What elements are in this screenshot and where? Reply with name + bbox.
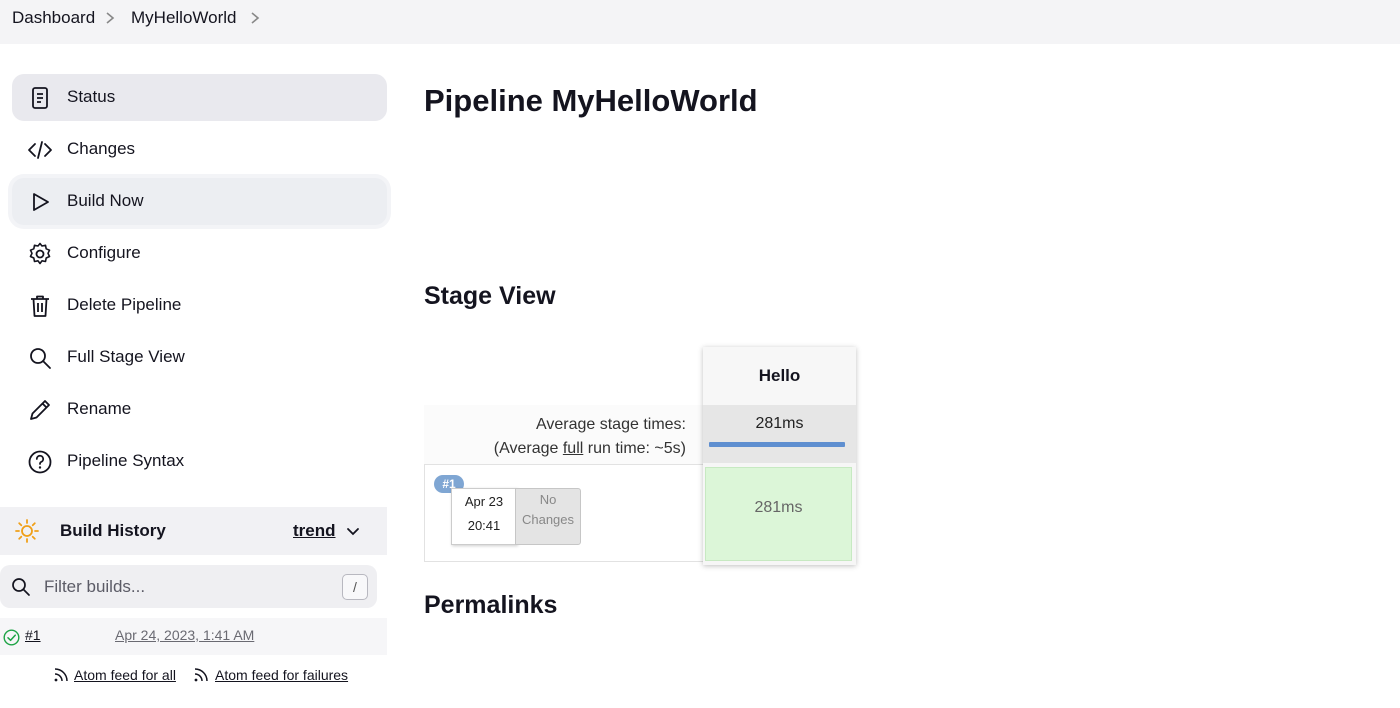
document-icon (27, 85, 53, 111)
build-number-link[interactable]: #1 (25, 627, 41, 643)
build-history-header: Build History trend (0, 507, 387, 555)
sidebar-item-label: Rename (67, 399, 132, 418)
sun-icon (14, 518, 40, 544)
sidebar-item-rename[interactable]: Rename (12, 386, 387, 433)
build-history-title: Build History (60, 521, 166, 540)
gear-icon (27, 241, 53, 267)
sidebar-item-changes[interactable]: Changes (12, 126, 387, 173)
sidebar-item-status[interactable]: Status (12, 74, 387, 121)
play-icon (27, 189, 53, 215)
keyboard-shortcut-hint: / (342, 574, 368, 600)
sidebar-item-label: Full Stage View (67, 347, 185, 366)
stage-column-hello: Hello 281ms 281ms (703, 347, 856, 565)
avg-run-time-label: (Average full run time: ~5s) (493, 440, 686, 457)
help-icon (27, 449, 53, 475)
atom-feed-all-link[interactable]: Atom feed for all (74, 667, 176, 683)
sidebar-item-full-stage-view[interactable]: Full Stage View (12, 334, 387, 381)
stage-view-heading: Stage View (424, 282, 556, 310)
sidebar-item-label: Status (67, 87, 116, 106)
stage-average-bar (709, 442, 845, 447)
pencil-icon (27, 397, 53, 423)
build-date-link[interactable]: Apr 24, 2023, 1:41 AM (115, 627, 254, 643)
changes-line-1: No (539, 492, 557, 507)
run-date-box: Apr 23 20:41 (451, 488, 517, 545)
avg-stage-times-label: Average stage times: (535, 416, 686, 433)
rss-icon (53, 667, 69, 683)
sidebar-item-delete-pipeline[interactable]: Delete Pipeline (12, 282, 387, 329)
trash-icon (27, 293, 53, 319)
chevron-down-icon[interactable] (344, 523, 362, 541)
sidebar-item-label: Configure (67, 243, 141, 262)
sidebar-item-label: Pipeline Syntax (67, 451, 185, 470)
atom-feed-failures-link[interactable]: Atom feed for failures (215, 667, 348, 683)
sidebar-item-build-now[interactable]: Build Now (12, 178, 387, 225)
search-icon (27, 345, 53, 371)
trend-link[interactable]: trend (293, 521, 336, 541)
stage-average-time: 281ms (755, 415, 804, 432)
code-icon (27, 137, 53, 163)
sidebar-item-label: Delete Pipeline (67, 295, 182, 314)
sidebar-item-pipeline-syntax[interactable]: Pipeline Syntax (12, 438, 387, 485)
chevron-right-icon[interactable] (246, 8, 264, 28)
breadcrumb-myhelloworld[interactable]: MyHelloWorld (131, 8, 237, 28)
run-date: Apr 23 (464, 494, 504, 509)
stage-header: Hello (703, 347, 856, 406)
sidebar-item-label: Build Now (67, 191, 144, 210)
stage-cell-success[interactable]: 281ms (705, 467, 852, 561)
rss-icon (193, 667, 209, 683)
success-check-icon (3, 629, 20, 646)
chevron-right-icon (101, 8, 119, 28)
breadcrumb: Dashboard MyHelloWorld (0, 0, 1400, 44)
changes-line-2: Changes (521, 512, 575, 527)
filter-builds-box: / (0, 565, 377, 608)
filter-builds-input[interactable] (42, 573, 326, 601)
full-run-link[interactable]: full (563, 440, 583, 457)
page-title: Pipeline MyHelloWorld (424, 83, 758, 118)
stage-average: 281ms (703, 405, 856, 463)
permalinks-heading: Permalinks (424, 591, 558, 619)
run-time: 20:41 (467, 518, 501, 533)
run-changes-box[interactable]: No Changes (515, 488, 581, 545)
build-row: #1 Apr 24, 2023, 1:41 AM (0, 618, 387, 655)
sidebar-item-label: Changes (67, 139, 136, 158)
sidebar-item-configure[interactable]: Configure (12, 230, 387, 277)
search-icon (10, 576, 32, 598)
breadcrumb-dashboard[interactable]: Dashboard (12, 8, 95, 28)
